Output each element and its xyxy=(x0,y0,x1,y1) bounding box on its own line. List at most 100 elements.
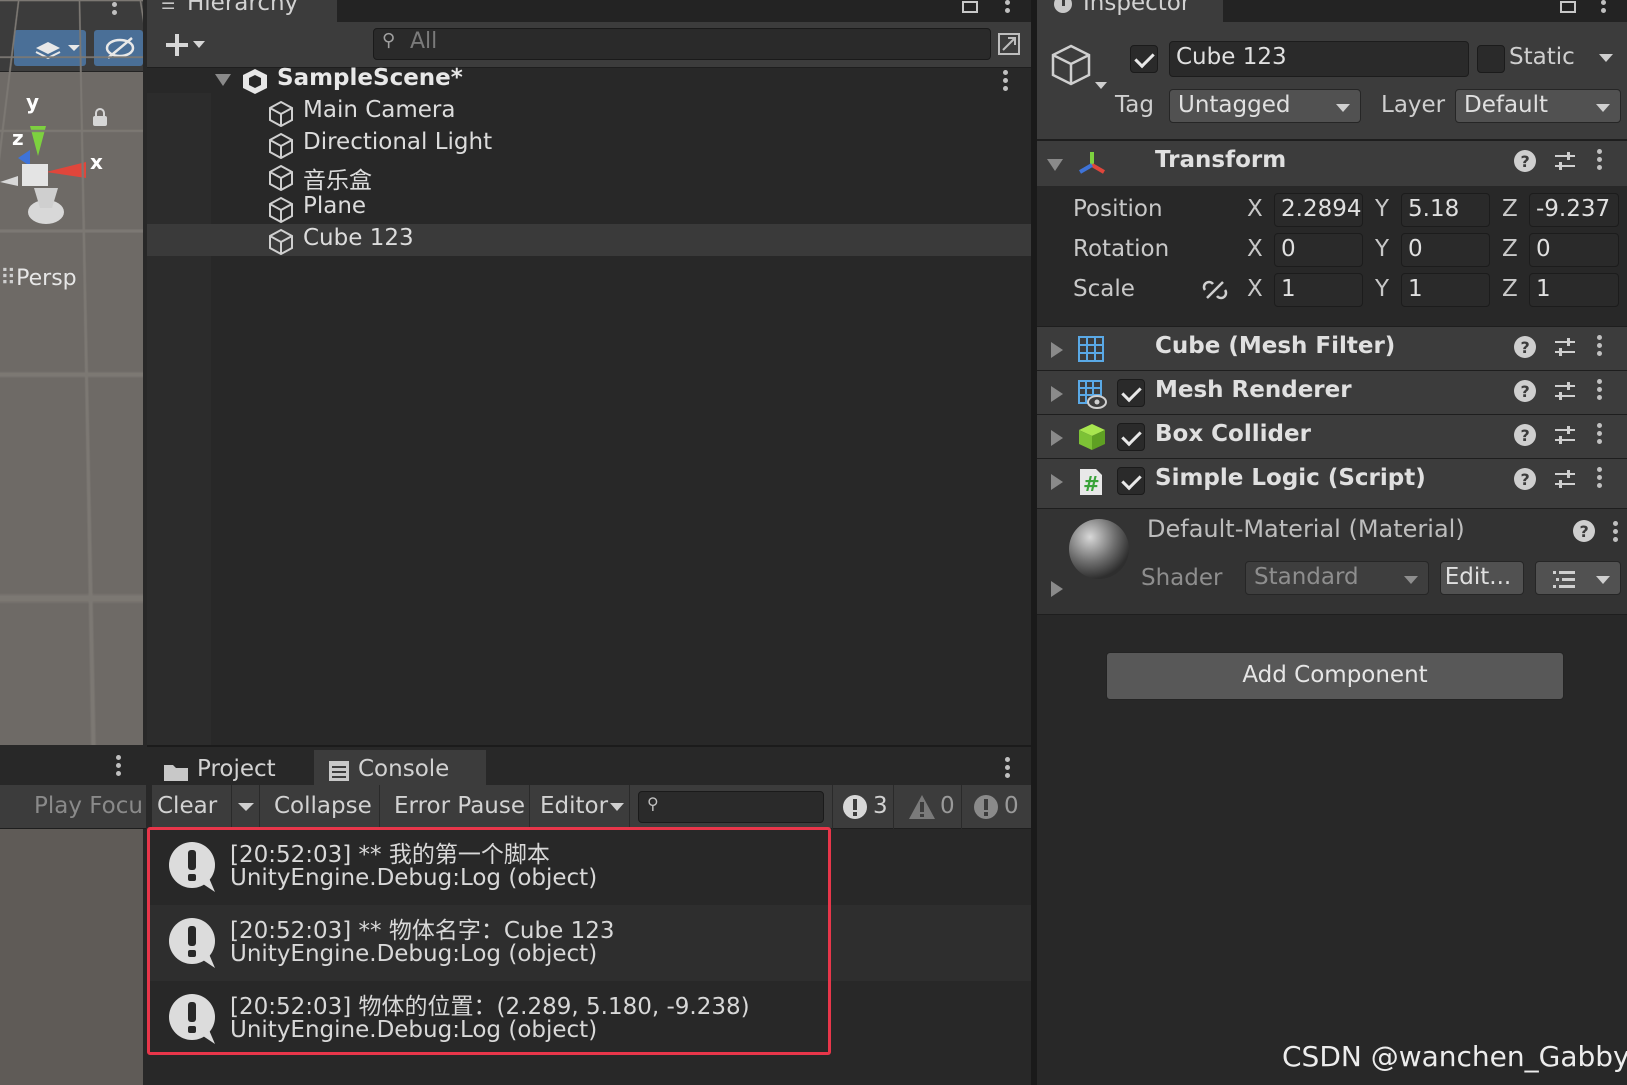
material-fold-icon[interactable] xyxy=(1051,581,1063,597)
hierarchy-item-selected[interactable]: Cube 123 xyxy=(147,224,1031,256)
scene-fold-icon[interactable] xyxy=(215,74,231,86)
scene-row[interactable]: SampleScene* xyxy=(147,64,1031,96)
component-enabled-checkbox[interactable] xyxy=(1117,467,1145,495)
position-y-axis[interactable]: Y xyxy=(1375,196,1389,222)
rotation-z-axis[interactable]: Z xyxy=(1502,236,1518,262)
info-count-toggle[interactable]: 3 xyxy=(832,785,894,829)
lock-icon[interactable] xyxy=(92,108,108,126)
visibility-toggle-button[interactable] xyxy=(94,30,143,66)
scene-menu-icon[interactable] xyxy=(112,2,118,24)
layers-button[interactable] xyxy=(14,30,86,66)
scale-x-field[interactable]: 1 xyxy=(1274,273,1363,307)
play-focus-label[interactable]: Play Focu xyxy=(34,785,146,829)
scale-y-field[interactable]: 1 xyxy=(1401,273,1490,307)
fold-arrow-icon[interactable] xyxy=(1047,159,1063,171)
rotation-y-axis[interactable]: Y xyxy=(1375,236,1389,262)
preset-sliders-icon[interactable] xyxy=(1553,335,1577,359)
maximize-icon[interactable] xyxy=(961,0,979,14)
inspector-menu-icon[interactable] xyxy=(1601,0,1607,22)
position-x-axis[interactable]: X xyxy=(1247,196,1263,222)
hierarchy-menu-icon[interactable] xyxy=(1005,0,1011,22)
collapse-button[interactable]: Collapse xyxy=(260,785,380,829)
error-pause-button[interactable]: Error Pause xyxy=(380,785,530,829)
material-menu-icon[interactable] xyxy=(1613,521,1619,543)
hierarchy-item[interactable]: Plane xyxy=(147,192,1031,224)
add-component-button[interactable]: Add Component xyxy=(1106,652,1564,700)
help-icon[interactable]: ? xyxy=(1513,467,1537,491)
component-enabled-checkbox[interactable] xyxy=(1117,379,1145,407)
script-component-header[interactable]: # Simple Logic (Script) ? xyxy=(1037,458,1627,508)
component-menu-icon[interactable] xyxy=(1597,379,1603,401)
mesh-filter-header[interactable]: Cube (Mesh Filter) ? xyxy=(1037,326,1627,370)
hierarchy-tab[interactable]: ☰ Hierarchy xyxy=(147,0,337,22)
fold-arrow-icon[interactable] xyxy=(1051,474,1063,490)
component-menu-icon[interactable] xyxy=(1597,149,1603,171)
clear-options-button[interactable] xyxy=(232,785,260,829)
position-y-field[interactable]: 5.18 xyxy=(1401,193,1490,227)
projection-label[interactable]: ⠿Persp xyxy=(0,266,77,291)
scene-menu-icon[interactable] xyxy=(1003,70,1009,92)
scale-z-field[interactable]: 1 xyxy=(1529,273,1619,307)
scale-x-axis[interactable]: X xyxy=(1247,276,1263,302)
unlinked-scale-icon[interactable] xyxy=(1201,278,1229,302)
static-dropdown-icon[interactable] xyxy=(1597,52,1615,64)
position-z-field[interactable]: -9.237 xyxy=(1529,193,1619,227)
help-icon[interactable]: ? xyxy=(1572,519,1596,543)
clear-button[interactable]: Clear xyxy=(152,785,232,829)
maximize-icon[interactable] xyxy=(1559,0,1577,14)
rotation-y-field[interactable]: 0 xyxy=(1401,233,1490,267)
position-x-field[interactable]: 2.2894 xyxy=(1274,193,1363,227)
shader-dropdown[interactable]: Standard xyxy=(1245,561,1429,595)
editor-dropdown[interactable]: Editor xyxy=(530,785,630,829)
scene-gizmo[interactable]: y x z xyxy=(0,84,110,234)
hierarchy-item[interactable]: Directional Light xyxy=(147,128,1031,160)
hierarchy-item[interactable]: 音乐盒 xyxy=(147,160,1031,194)
scale-z-axis[interactable]: Z xyxy=(1502,276,1518,302)
preset-sliders-icon[interactable] xyxy=(1553,379,1577,403)
static-checkbox[interactable] xyxy=(1477,45,1505,73)
material-name: Default-Material (Material) xyxy=(1147,515,1465,543)
error-count-toggle[interactable]: 0 xyxy=(966,785,1028,829)
scale-y-axis[interactable]: Y xyxy=(1375,276,1389,302)
object-active-checkbox[interactable] xyxy=(1130,45,1158,73)
component-menu-icon[interactable] xyxy=(1597,423,1603,445)
warning-count-toggle[interactable]: 0 xyxy=(900,785,962,829)
component-menu-icon[interactable] xyxy=(1597,335,1603,357)
object-name-field[interactable]: Cube 123 xyxy=(1169,41,1469,77)
mesh-renderer-header[interactable]: Mesh Renderer ? xyxy=(1037,370,1627,414)
preset-sliders-icon[interactable] xyxy=(1553,149,1577,173)
tag-dropdown[interactable]: Untagged xyxy=(1169,89,1361,123)
help-icon[interactable]: ? xyxy=(1513,423,1537,447)
rotation-x-field[interactable]: 0 xyxy=(1274,233,1363,267)
rotation-x-axis[interactable]: X xyxy=(1247,236,1263,262)
rotation-z-field[interactable]: 0 xyxy=(1529,233,1619,267)
shader-options-dropdown[interactable] xyxy=(1535,561,1621,595)
console-search-input[interactable]: ⚲ xyxy=(638,791,824,823)
position-z-axis[interactable]: Z xyxy=(1502,196,1518,222)
preset-sliders-icon[interactable] xyxy=(1553,423,1577,447)
component-enabled-checkbox[interactable] xyxy=(1117,423,1145,451)
layer-dropdown[interactable]: Default xyxy=(1455,89,1621,123)
hierarchy-search-input[interactable]: ⚲ All xyxy=(373,28,1020,60)
fold-arrow-icon[interactable] xyxy=(1051,430,1063,446)
game-view[interactable] xyxy=(0,829,143,1085)
search-options-icon[interactable] xyxy=(994,29,1024,59)
fold-arrow-icon[interactable] xyxy=(1051,386,1063,402)
hierarchy-item[interactable]: Main Camera xyxy=(147,96,1031,128)
tab-console[interactable]: Console xyxy=(314,750,486,787)
help-icon[interactable]: ? xyxy=(1513,379,1537,403)
inspector-tab[interactable]: Inspector xyxy=(1037,0,1223,22)
script-icon: # xyxy=(1080,469,1102,496)
game-view-menu-icon[interactable] xyxy=(116,755,122,777)
help-icon[interactable]: ? xyxy=(1513,335,1537,359)
fold-arrow-icon[interactable] xyxy=(1051,342,1063,358)
preset-sliders-icon[interactable] xyxy=(1553,467,1577,491)
box-collider-header[interactable]: Box Collider ? xyxy=(1037,414,1627,458)
help-icon[interactable]: ? xyxy=(1513,149,1537,173)
console-menu-icon[interactable] xyxy=(1005,757,1011,779)
create-button[interactable] xyxy=(157,30,207,60)
shader-edit-button[interactable]: Edit... xyxy=(1440,561,1524,595)
transform-header[interactable]: Transform ? xyxy=(1037,140,1627,186)
tab-project[interactable]: Project xyxy=(155,750,303,787)
component-menu-icon[interactable] xyxy=(1597,467,1603,489)
